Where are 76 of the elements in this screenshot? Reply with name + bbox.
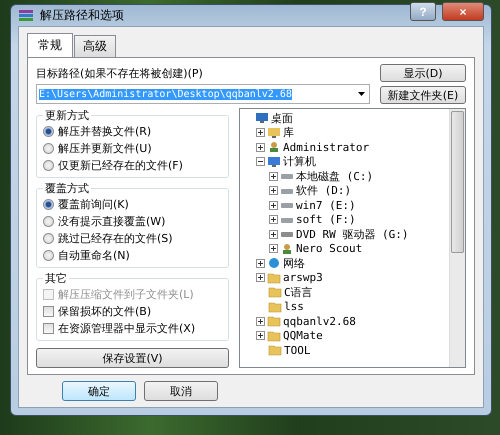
folder-icon bbox=[267, 315, 281, 328]
radio-icon[interactable] bbox=[43, 160, 54, 171]
folder-icon bbox=[267, 272, 281, 284]
group-title: 其它 bbox=[44, 271, 68, 286]
computer-icon bbox=[267, 156, 281, 168]
tree-item[interactable]: soft (F:) bbox=[296, 213, 356, 226]
radio-option[interactable]: 解压并替换文件(R) bbox=[43, 124, 222, 139]
radio-option[interactable]: 解压并更新文件(U) bbox=[43, 141, 222, 156]
expand-icon[interactable] bbox=[269, 172, 278, 181]
expand-icon[interactable] bbox=[256, 128, 265, 138]
person-icon bbox=[280, 242, 294, 255]
checkbox-icon[interactable] bbox=[43, 323, 54, 334]
radio-icon[interactable] bbox=[43, 199, 54, 210]
tree-item[interactable]: 桌面 bbox=[271, 110, 293, 126]
radio-option[interactable]: 覆盖前询问(K) bbox=[43, 197, 222, 212]
group-title: 更新方式 bbox=[44, 108, 90, 123]
radio-option[interactable]: 跳过已经存在的文件(S) bbox=[43, 231, 222, 246]
field-label: 目标路径(如果不存在将被创建)(P) bbox=[36, 66, 204, 81]
radio-option[interactable]: 仅更新已经存在的文件(F) bbox=[43, 158, 222, 173]
expand-icon[interactable] bbox=[256, 258, 265, 268]
tree-item[interactable]: C语言 bbox=[284, 284, 313, 300]
folder-icon bbox=[268, 286, 282, 298]
folder-icon bbox=[267, 330, 281, 342]
collapse-icon[interactable] bbox=[256, 157, 265, 166]
radio-option[interactable]: 没有提示直接覆盖(W) bbox=[43, 214, 222, 229]
monitor-icon bbox=[255, 112, 269, 124]
tree-item[interactable]: qqbanlv2.68 bbox=[283, 314, 356, 328]
tree-item[interactable]: Nero Scout bbox=[296, 242, 362, 256]
tree-item[interactable]: 本地磁盘 (C:) bbox=[296, 168, 374, 184]
tree-item[interactable]: arswp3 bbox=[283, 271, 323, 284]
tab[interactable]: 高级 bbox=[74, 35, 116, 58]
person-icon bbox=[267, 141, 281, 154]
checkbox-option[interactable]: 保留损坏的文件(B) bbox=[43, 304, 222, 319]
expand-icon[interactable] bbox=[269, 215, 278, 224]
expand-icon[interactable] bbox=[256, 142, 265, 152]
group-title: 覆盖方式 bbox=[44, 181, 90, 196]
folder-icon bbox=[268, 300, 282, 313]
scrollbar[interactable] bbox=[449, 109, 465, 367]
dialog-button[interactable]: 新建文件夹(E) bbox=[380, 86, 466, 104]
radio-icon[interactable] bbox=[43, 126, 54, 137]
expand-icon[interactable] bbox=[269, 186, 278, 196]
tree-item[interactable]: 计算机 bbox=[283, 154, 316, 170]
tree-item[interactable]: Administrator bbox=[283, 140, 370, 154]
expand-icon[interactable] bbox=[269, 230, 278, 239]
tree-item[interactable]: 网络 bbox=[283, 256, 305, 271]
tree-item[interactable]: win7 (E:) bbox=[296, 198, 356, 212]
checkbox-icon[interactable] bbox=[43, 306, 54, 317]
expand-icon[interactable] bbox=[269, 244, 278, 254]
dropdown-icon bbox=[358, 92, 365, 96]
tree-item[interactable]: TOOL bbox=[284, 344, 310, 357]
radio-icon[interactable] bbox=[43, 233, 54, 244]
save-settings-button[interactable]: 保存设置(V) bbox=[36, 348, 229, 368]
expand-icon[interactable] bbox=[256, 316, 265, 326]
window-title: 解压路径和选项 bbox=[40, 7, 125, 24]
radio-icon[interactable] bbox=[43, 143, 54, 154]
tree-item[interactable]: DVD RW 驱动器 (G:) bbox=[296, 226, 408, 242]
library-icon bbox=[267, 126, 281, 139]
tree-item[interactable]: 软件 (D:) bbox=[296, 183, 352, 198]
tab[interactable]: 常规 bbox=[27, 33, 73, 58]
expand-icon[interactable] bbox=[269, 200, 278, 210]
checkbox-option[interactable]: 在资源管理器中显示文件(X) bbox=[43, 321, 222, 336]
radio-option[interactable]: 自动重命名(N) bbox=[43, 248, 222, 263]
expand-icon[interactable] bbox=[256, 273, 265, 282]
tree-item[interactable]: lss bbox=[284, 300, 304, 314]
radio-icon[interactable] bbox=[43, 216, 54, 227]
books-icon bbox=[18, 8, 34, 22]
folder-icon bbox=[268, 344, 282, 356]
dialog-button[interactable]: 取消 bbox=[144, 381, 218, 401]
close-button[interactable]: × bbox=[442, 2, 484, 21]
globe-icon bbox=[267, 257, 281, 270]
radio-icon[interactable] bbox=[43, 250, 54, 261]
tree-item[interactable]: 库 bbox=[283, 125, 294, 140]
expand-icon[interactable] bbox=[256, 331, 265, 340]
dialog-button[interactable]: 显示(D) bbox=[380, 64, 466, 82]
dialog-button[interactable]: 确定 bbox=[62, 381, 136, 401]
tree-item[interactable]: QQMate bbox=[283, 329, 323, 342]
